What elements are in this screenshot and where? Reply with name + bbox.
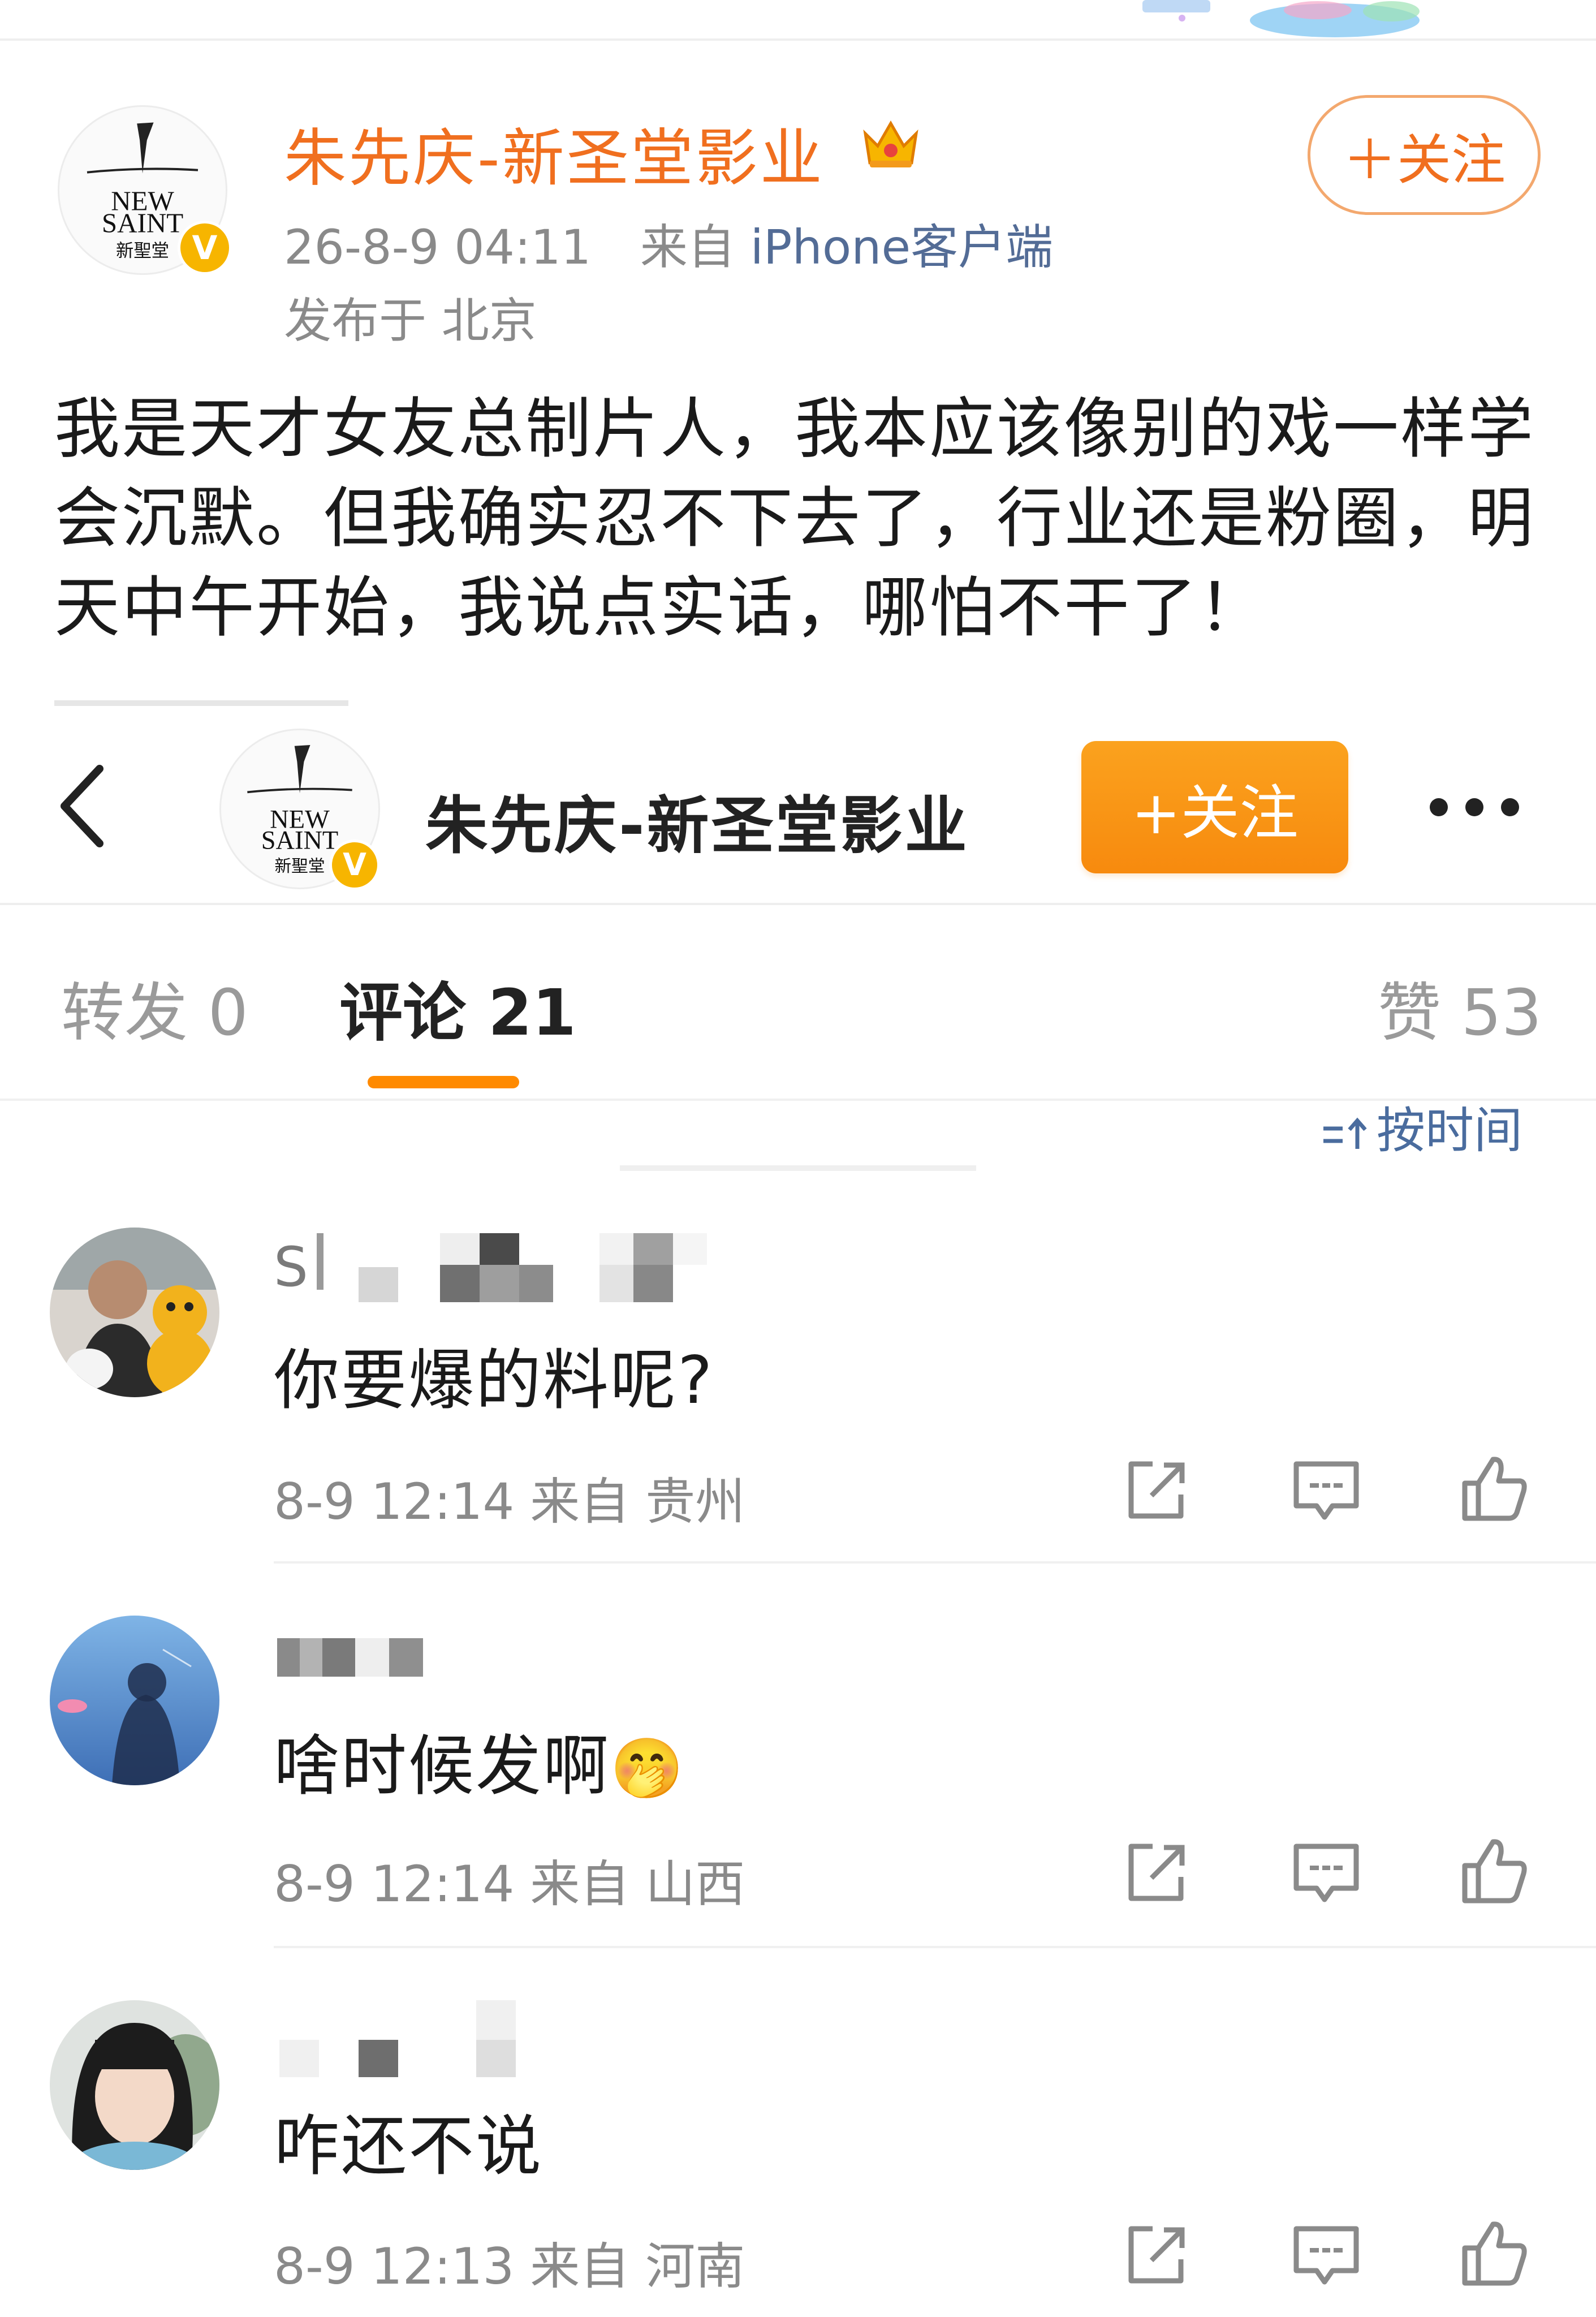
comment-text-content: 啥时候发啊 — [274, 1728, 610, 1804]
verified-badge-icon: V — [178, 221, 232, 275]
repost-icon[interactable] — [1120, 1454, 1193, 1527]
comment-meta: 8-9 12:14 来自 山西 — [274, 1855, 745, 1913]
verified-badge-icon: V — [329, 839, 380, 890]
faded-text-strip — [620, 1165, 976, 1171]
like-icon[interactable] — [1457, 2216, 1530, 2290]
tab-likes[interactable]: 赞 53 — [1378, 962, 1542, 1053]
active-tab-indicator — [368, 1076, 519, 1088]
comment-text: 咋还不说 — [274, 2108, 543, 2185]
post-location: 发布于 北京 — [284, 293, 537, 348]
header-author-name[interactable]: 朱先庆-新圣堂影业 — [425, 775, 969, 865]
post-author-name[interactable]: 朱先庆-新圣堂影业 — [284, 107, 825, 198]
comment-meta: 8-9 12:14 来自 贵州 — [274, 1472, 745, 1531]
post-body-text: 我是天才女友总制片人，我本应该像别的戏一样学会沉默。但我确实忍不下去了，行业还是… — [54, 391, 1535, 646]
avatar-photo — [50, 2000, 219, 2170]
sort-label: 按时间 — [1377, 1102, 1522, 1159]
top-banner-decoration — [1142, 0, 1420, 37]
comment-item: 咋还不说 8-9 12:13 来自 河南 — [0, 2000, 1596, 2317]
comment-text: 啥时候发啊🤭 — [274, 1713, 685, 1808]
svg-text:SAINT: SAINT — [102, 207, 183, 238]
commenter-avatar[interactable] — [50, 2000, 219, 2170]
comment-icon[interactable] — [1289, 2219, 1363, 2292]
avatar-photo — [50, 1616, 219, 1785]
avatar-photo — [50, 1228, 219, 1397]
comment-item: S 你要爆的料呢? 8-9 12:14 来自 贵州 — [0, 1228, 1596, 1609]
like-icon[interactable] — [1457, 1834, 1530, 1907]
comment-divider — [274, 1946, 1596, 1948]
svg-text:新聖堂: 新聖堂 — [116, 241, 169, 261]
comment-meta: 8-9 12:13 来自 河南 — [274, 2237, 745, 2296]
crown-icon — [863, 120, 918, 167]
sort-by-time-button[interactable]: 按时间 — [1320, 1091, 1522, 1161]
comment-divider — [274, 1561, 1596, 1564]
top-divider — [0, 38, 1596, 41]
commenter-avatar[interactable] — [50, 1228, 219, 1397]
blurred-username — [277, 1638, 423, 1677]
commenter-name[interactable]: S — [274, 1235, 308, 1299]
post-timestamp: 26-8-9 04:11 — [284, 219, 592, 275]
svg-text:SAINT: SAINT — [261, 826, 338, 855]
tab-repost[interactable]: 转发 0 — [61, 962, 248, 1053]
back-arrow-icon[interactable] — [51, 761, 113, 851]
comment-icon[interactable] — [1289, 1454, 1363, 1527]
more-icon[interactable] — [1426, 795, 1522, 820]
sort-icon — [1323, 1117, 1367, 1149]
tab-comments[interactable]: 评论 21 — [339, 962, 576, 1053]
blurred-username — [279, 2000, 516, 2077]
comment-item: 啥时候发啊🤭 8-9 12:14 来自 山西 — [0, 1616, 1596, 1997]
svg-text:新聖堂: 新聖堂 — [275, 856, 325, 876]
faded-text-strip — [54, 700, 348, 706]
comment-text: 你要爆的料呢? — [274, 1342, 714, 1419]
follow-button[interactable]: ＋关注 — [1308, 95, 1541, 215]
commenter-name-visible: S — [274, 1235, 308, 1299]
comment-icon[interactable] — [1289, 1836, 1363, 1910]
repost-icon[interactable] — [1120, 2219, 1193, 2292]
post-source-client[interactable]: iPhone客户端 — [750, 219, 1054, 275]
commenter-avatar[interactable] — [50, 1616, 219, 1785]
post-meta: 26-8-9 04:11 来自 iPhone客户端 — [284, 209, 1053, 278]
post-source-prefix: 来自 — [640, 219, 735, 275]
repost-icon[interactable] — [1120, 1836, 1193, 1910]
shy-emoji-icon: 🤭 — [610, 1734, 685, 1803]
header-divider — [0, 903, 1596, 905]
like-icon[interactable] — [1457, 1452, 1530, 1525]
blurred-username — [317, 1233, 707, 1302]
header-follow-button[interactable]: +关注 — [1081, 741, 1348, 873]
